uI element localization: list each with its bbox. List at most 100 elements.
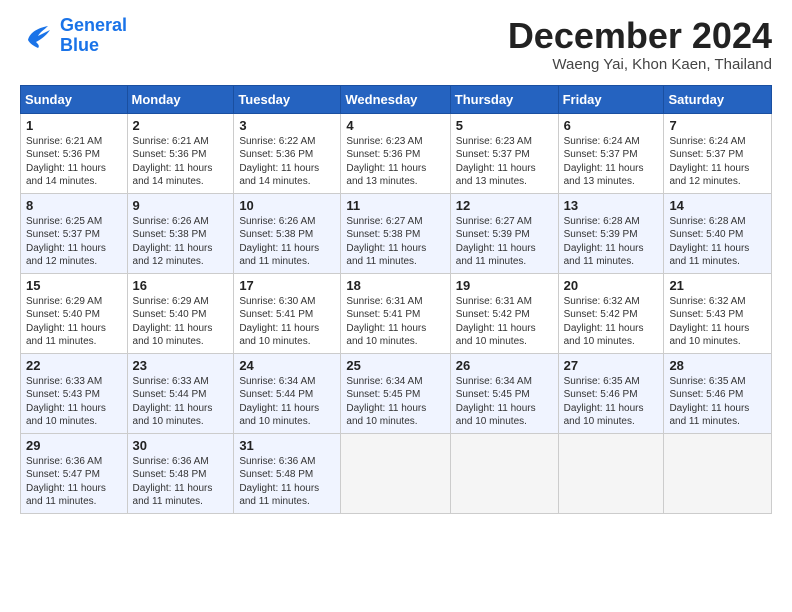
calendar-cell [341, 433, 450, 513]
calendar-cell: 2 Sunrise: 6:21 AMSunset: 5:36 PMDaylight… [127, 113, 234, 193]
calendar-cell: 26 Sunrise: 6:34 AMSunset: 5:45 PMDayligh… [450, 353, 558, 433]
month-title: December 2024 [508, 16, 772, 56]
day-info: Sunrise: 6:27 AMSunset: 5:39 PMDaylight:… [456, 215, 553, 269]
day-info: Sunrise: 6:24 AMSunset: 5:37 PMDaylight:… [669, 135, 766, 189]
location: Waeng Yai, Khon Kaen, Thailand [508, 56, 772, 73]
calendar-cell [558, 433, 664, 513]
day-number: 16 [133, 278, 229, 293]
calendar-week-row: 1Sunrise: 6:21 AMSunset: 5:36 PMDaylight… [21, 113, 772, 193]
calendar-cell: 4 Sunrise: 6:23 AMSunset: 5:36 PMDaylight… [341, 113, 450, 193]
day-info: Sunrise: 6:28 AMSunset: 5:39 PMDaylight:… [564, 215, 659, 269]
calendar-cell: 14Sunrise: 6:28 AMSunset: 5:40 PMDayligh… [664, 193, 772, 273]
calendar-week-row: 8Sunrise: 6:25 AMSunset: 5:37 PMDaylight… [21, 193, 772, 273]
logo-text: General Blue [60, 16, 127, 56]
calendar-cell [450, 433, 558, 513]
day-info: Sunrise: 6:22 AMSunset: 5:36 PMDaylight:… [239, 135, 335, 189]
day-info: Sunrise: 6:31 AMSunset: 5:42 PMDaylight:… [456, 295, 553, 349]
calendar-week-row: 22 Sunrise: 6:33 AMSunset: 5:43 PMDayligh… [21, 353, 772, 433]
day-info: Sunrise: 6:25 AMSunset: 5:37 PMDaylight:… [26, 215, 122, 269]
calendar-table: SundayMondayTuesdayWednesdayThursdayFrid… [20, 85, 772, 514]
calendar-cell: 6Sunrise: 6:24 AMSunset: 5:37 PMDaylight… [558, 113, 664, 193]
day-number: 20 [564, 278, 659, 293]
day-info: Sunrise: 6:33 AMSunset: 5:44 PMDaylight:… [133, 375, 229, 429]
day-info: Sunrise: 6:27 AMSunset: 5:38 PMDaylight:… [346, 215, 444, 269]
calendar-cell: 1Sunrise: 6:21 AMSunset: 5:36 PMDaylight… [21, 113, 128, 193]
calendar-cell: 29 Sunrise: 6:36 AMSunset: 5:47 PMDayligh… [21, 433, 128, 513]
day-info: Sunrise: 6:32 AMSunset: 5:43 PMDaylight:… [669, 295, 766, 349]
day-info: Sunrise: 6:36 AMSunset: 5:47 PMDaylight:… [26, 455, 122, 509]
calendar-cell: 5 Sunrise: 6:23 AMSunset: 5:37 PMDaylight… [450, 113, 558, 193]
day-number: 29 [26, 438, 122, 453]
day-info: Sunrise: 6:23 AMSunset: 5:36 PMDaylight:… [346, 135, 444, 189]
day-number: 31 [239, 438, 335, 453]
calendar-cell: 18 Sunrise: 6:31 AMSunset: 5:41 PMDayligh… [341, 273, 450, 353]
page-header: General Blue December 2024 Waeng Yai, Kh… [20, 16, 772, 73]
col-header-wednesday: Wednesday [341, 85, 450, 113]
day-number: 7 [669, 118, 766, 133]
day-number: 30 [133, 438, 229, 453]
day-info: Sunrise: 6:33 AMSunset: 5:43 PMDaylight:… [26, 375, 122, 429]
col-header-tuesday: Tuesday [234, 85, 341, 113]
day-number: 4 [346, 118, 444, 133]
col-header-friday: Friday [558, 85, 664, 113]
calendar-cell: 22 Sunrise: 6:33 AMSunset: 5:43 PMDayligh… [21, 353, 128, 433]
day-number: 2 [133, 118, 229, 133]
calendar-cell: 19Sunrise: 6:31 AMSunset: 5:42 PMDayligh… [450, 273, 558, 353]
day-info: Sunrise: 6:26 AMSunset: 5:38 PMDaylight:… [133, 215, 229, 269]
day-info: Sunrise: 6:21 AMSunset: 5:36 PMDaylight:… [133, 135, 229, 189]
logo-bird-icon [20, 18, 56, 54]
day-number: 5 [456, 118, 553, 133]
calendar-cell: 12Sunrise: 6:27 AMSunset: 5:39 PMDayligh… [450, 193, 558, 273]
calendar-cell: 23 Sunrise: 6:33 AMSunset: 5:44 PMDayligh… [127, 353, 234, 433]
calendar-cell: 31 Sunrise: 6:36 AMSunset: 5:48 PMDayligh… [234, 433, 341, 513]
day-info: Sunrise: 6:31 AMSunset: 5:41 PMDaylight:… [346, 295, 444, 349]
day-info: Sunrise: 6:29 AMSunset: 5:40 PMDaylight:… [26, 295, 122, 349]
day-info: Sunrise: 6:23 AMSunset: 5:37 PMDaylight:… [456, 135, 553, 189]
day-number: 26 [456, 358, 553, 373]
day-info: Sunrise: 6:28 AMSunset: 5:40 PMDaylight:… [669, 215, 766, 269]
calendar-week-row: 15 Sunrise: 6:29 AMSunset: 5:40 PMDayligh… [21, 273, 772, 353]
calendar-cell: 25 Sunrise: 6:34 AMSunset: 5:45 PMDayligh… [341, 353, 450, 433]
day-number: 25 [346, 358, 444, 373]
day-number: 28 [669, 358, 766, 373]
calendar-cell: 15 Sunrise: 6:29 AMSunset: 5:40 PMDayligh… [21, 273, 128, 353]
day-info: Sunrise: 6:34 AMSunset: 5:45 PMDaylight:… [456, 375, 553, 429]
day-number: 18 [346, 278, 444, 293]
day-info: Sunrise: 6:34 AMSunset: 5:45 PMDaylight:… [346, 375, 444, 429]
calendar-cell: 9 Sunrise: 6:26 AMSunset: 5:38 PMDaylight… [127, 193, 234, 273]
calendar-cell: 28 Sunrise: 6:35 AMSunset: 5:46 PMDayligh… [664, 353, 772, 433]
col-header-saturday: Saturday [664, 85, 772, 113]
day-info: Sunrise: 6:32 AMSunset: 5:42 PMDaylight:… [564, 295, 659, 349]
calendar-cell: 20 Sunrise: 6:32 AMSunset: 5:42 PMDayligh… [558, 273, 664, 353]
calendar-cell: 27 Sunrise: 6:35 AMSunset: 5:46 PMDayligh… [558, 353, 664, 433]
day-info: Sunrise: 6:35 AMSunset: 5:46 PMDaylight:… [669, 375, 766, 429]
day-number: 27 [564, 358, 659, 373]
day-info: Sunrise: 6:36 AMSunset: 5:48 PMDaylight:… [239, 455, 335, 509]
day-number: 24 [239, 358, 335, 373]
day-number: 9 [133, 198, 229, 213]
day-number: 3 [239, 118, 335, 133]
col-header-sunday: Sunday [21, 85, 128, 113]
day-number: 17 [239, 278, 335, 293]
calendar-cell: 11 Sunrise: 6:27 AMSunset: 5:38 PMDayligh… [341, 193, 450, 273]
calendar-cell [664, 433, 772, 513]
calendar-week-row: 29 Sunrise: 6:36 AMSunset: 5:47 PMDayligh… [21, 433, 772, 513]
calendar-cell: 3 Sunrise: 6:22 AMSunset: 5:36 PMDaylight… [234, 113, 341, 193]
day-number: 15 [26, 278, 122, 293]
day-number: 21 [669, 278, 766, 293]
day-number: 22 [26, 358, 122, 373]
col-header-thursday: Thursday [450, 85, 558, 113]
day-info: Sunrise: 6:26 AMSunset: 5:38 PMDaylight:… [239, 215, 335, 269]
day-info: Sunrise: 6:29 AMSunset: 5:40 PMDaylight:… [133, 295, 229, 349]
day-number: 11 [346, 198, 444, 213]
calendar-cell: 7 Sunrise: 6:24 AMSunset: 5:37 PMDaylight… [664, 113, 772, 193]
day-info: Sunrise: 6:24 AMSunset: 5:37 PMDaylight:… [564, 135, 659, 189]
day-number: 13 [564, 198, 659, 213]
day-info: Sunrise: 6:35 AMSunset: 5:46 PMDaylight:… [564, 375, 659, 429]
day-info: Sunrise: 6:36 AMSunset: 5:48 PMDaylight:… [133, 455, 229, 509]
day-number: 23 [133, 358, 229, 373]
calendar-cell: 17Sunrise: 6:30 AMSunset: 5:41 PMDayligh… [234, 273, 341, 353]
calendar-header-row: SundayMondayTuesdayWednesdayThursdayFrid… [21, 85, 772, 113]
logo: General Blue [20, 16, 127, 56]
day-info: Sunrise: 6:34 AMSunset: 5:44 PMDaylight:… [239, 375, 335, 429]
